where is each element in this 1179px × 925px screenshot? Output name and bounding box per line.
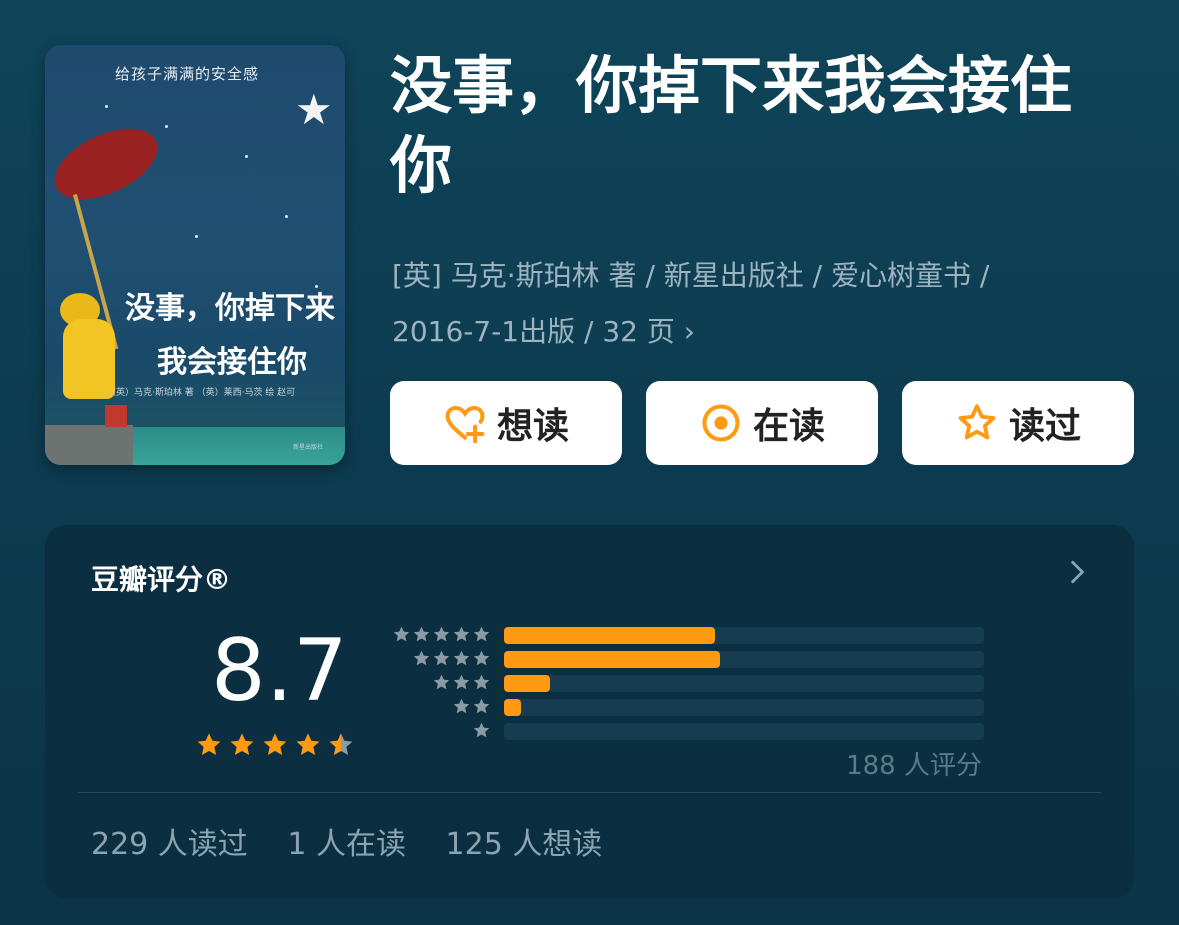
star-icon — [230, 733, 254, 756]
cover-credits: （英）马克·斯珀林 著 （英）莱西·马茨 绘 赵可 — [107, 388, 296, 398]
rating-bar-track — [504, 675, 984, 692]
rating-card-title: 豆瓣评分® — [91, 563, 232, 596]
star-dot — [105, 105, 108, 108]
star-dot — [195, 235, 198, 238]
star-icon — [413, 650, 430, 666]
have-read-label: 读过 — [1008, 406, 1081, 447]
row-stars — [383, 649, 491, 669]
row-stars — [383, 673, 491, 693]
want-to-read-label: 想读 — [496, 406, 569, 447]
star-dot — [285, 215, 288, 218]
star-icon — [453, 698, 470, 714]
star-icon — [473, 722, 490, 738]
book-meta[interactable]: [英] 马克·斯珀林 著 / 新星出版社 / 爱心树童书 / 2016-7-1出… — [392, 248, 1132, 360]
star-dot — [245, 155, 248, 158]
star-icon — [296, 733, 320, 756]
star-icon — [433, 650, 450, 666]
bucket — [105, 405, 127, 427]
book-cover[interactable]: 给孩子满满的安全感 ★ 没事，你掉下来 我会接住你 （英）马克·斯珀林 著 （英… — [45, 45, 345, 465]
star-icon — [473, 650, 490, 666]
reading-label: 在读 — [752, 406, 825, 447]
rating-card[interactable]: 豆瓣评分® 8.7 188 人评分 229 人读过 1 人在读 125 人想读 — [45, 525, 1134, 899]
heart-plus-icon — [445, 405, 485, 444]
cover-title-line2: 我会接住你 — [157, 345, 307, 380]
star-icon: ★ — [295, 85, 333, 134]
star-icon — [263, 733, 287, 756]
reading-button[interactable]: 在读 — [646, 381, 878, 465]
rating-count: 188 人评分 — [846, 751, 982, 781]
target-circle-icon — [702, 404, 740, 442]
star-outline-icon — [958, 404, 996, 440]
read-count[interactable]: 229 人读过 — [91, 827, 248, 862]
book-title: 没事，你掉下来我会接住你 — [390, 49, 1073, 202]
star-icon — [473, 674, 490, 690]
rating-bar-fill — [504, 651, 720, 668]
row-stars — [383, 625, 491, 645]
rating-bar-fill — [504, 699, 521, 716]
rating-bar-fill — [504, 675, 550, 692]
rating-bar-fill — [504, 627, 716, 644]
cover-tagline: 给孩子满满的安全感 — [115, 65, 260, 83]
star-icon — [433, 674, 450, 690]
have-read-button[interactable]: 读过 — [902, 381, 1134, 465]
reading-count[interactable]: 1 人在读 — [287, 827, 406, 862]
want-to-read-button[interactable]: 想读 — [390, 381, 622, 465]
star-icon — [413, 626, 430, 642]
row-stars — [383, 697, 491, 717]
star-icon — [453, 626, 470, 642]
star-icon — [329, 733, 353, 756]
meta-line-1: [英] 马克·斯珀林 著 / 新星出版社 / 爱心树童书 / — [392, 259, 990, 292]
chevron-right-icon[interactable] — [1064, 559, 1090, 585]
reader-stats: 229 人读过 1 人在读 125 人想读 — [91, 819, 632, 863]
row-stars — [383, 721, 491, 741]
cover-title-line1: 没事，你掉下来 — [125, 291, 335, 326]
want-count[interactable]: 125 人想读 — [446, 827, 603, 862]
star-icon — [453, 674, 470, 690]
star-icon — [453, 650, 470, 666]
rating-bar-track — [504, 699, 984, 716]
cover-publisher: 新星出版社 — [293, 444, 324, 451]
divider — [78, 792, 1101, 793]
rating-bar-track — [504, 651, 984, 668]
stone-wall — [45, 425, 133, 465]
meta-line-2-wrap: 2016-7-1出版 / 32 页 › — [392, 304, 1132, 360]
star-dot — [165, 125, 168, 128]
meta-line-2: 2016-7-1出版 / 32 页 — [392, 315, 675, 348]
rating-bar-track — [504, 723, 984, 740]
star-icon — [473, 626, 490, 642]
star-icon — [393, 626, 410, 642]
rating-score: 8.7 — [211, 621, 348, 721]
star-icon — [473, 698, 490, 714]
chevron-right-icon: › — [683, 315, 695, 348]
rating-bar-track — [504, 627, 984, 644]
butterfly-net — [45, 114, 169, 214]
star-icon — [197, 733, 221, 756]
star-icon — [433, 626, 450, 642]
rating-stars — [195, 731, 360, 759]
